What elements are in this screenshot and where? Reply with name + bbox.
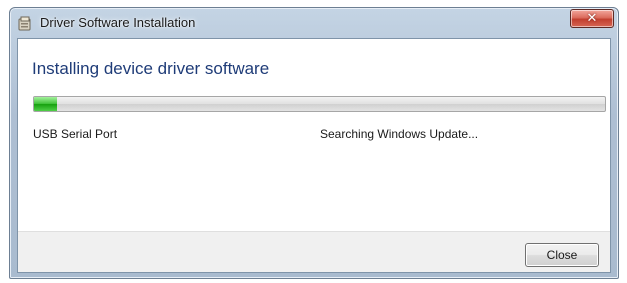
- device-status: Searching Windows Update...: [320, 127, 479, 141]
- installer-window: Driver Software Installation ✕ Installin…: [9, 7, 619, 279]
- title-bar[interactable]: Driver Software Installation ✕: [10, 8, 618, 38]
- device-name: USB Serial Port: [33, 127, 118, 141]
- window-close-button[interactable]: ✕: [570, 9, 614, 28]
- dialog-footer: Close: [18, 231, 610, 272]
- progress-fill: [34, 97, 57, 111]
- close-icon: ✕: [586, 11, 598, 26]
- install-progress-bar: [33, 96, 606, 112]
- close-button[interactable]: Close: [525, 243, 599, 267]
- dialog-content: Installing device driver software USB Se…: [17, 38, 611, 273]
- window-title: Driver Software Installation: [40, 15, 196, 30]
- installer-icon: [17, 16, 33, 32]
- page-title: Installing device driver software: [32, 59, 270, 78]
